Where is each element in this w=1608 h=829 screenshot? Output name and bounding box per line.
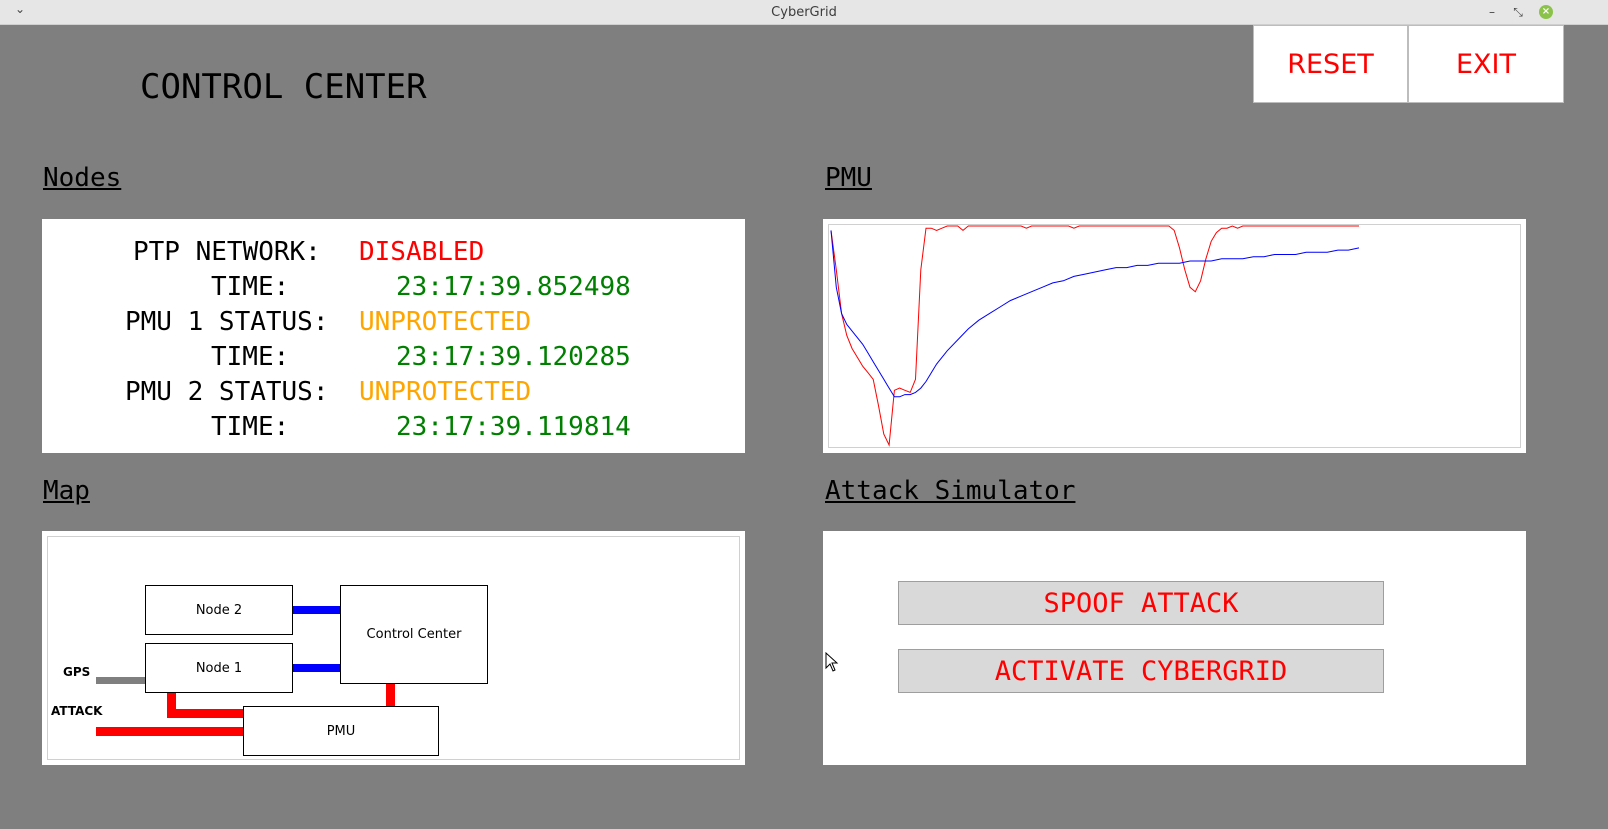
activate-cybergrid-button[interactable]: ACTIVATE CYBERGRID — [898, 649, 1384, 693]
node1-control-link — [292, 664, 342, 672]
reset-button[interactable]: RESET — [1253, 25, 1408, 103]
app-window: CONTROL CENTER RESET EXIT Nodes PTP NETW… — [3, 25, 1605, 826]
close-button[interactable]: × — [1539, 5, 1553, 19]
attack-simulator-section-label: Attack Simulator — [825, 476, 1076, 506]
spoof-attack-button[interactable]: SPOOF ATTACK — [898, 581, 1384, 625]
window-title: CyberGrid — [771, 5, 837, 20]
map-pmu: PMU — [243, 706, 439, 756]
pmu-chart — [830, 225, 1360, 447]
mouse-cursor-icon — [825, 652, 839, 672]
pmu-series-1-line — [830, 225, 1359, 447]
attack-simulator-panel: SPOOF ATTACK ACTIVATE CYBERGRID — [823, 531, 1526, 765]
pmu2-time-label: TIME: — [211, 412, 290, 442]
pmu1-time-label: TIME: — [211, 342, 290, 372]
window-titlebar: ⌄ CyberGrid – ⤡ × — [0, 0, 1608, 25]
map-node2: Node 2 — [145, 585, 293, 635]
map-section-label: Map — [43, 476, 90, 506]
node1-pmu-link-horizontal — [167, 709, 247, 718]
pmu2-time-value: 23:17:39.119814 — [396, 412, 631, 442]
map-node1: Node 1 — [145, 643, 293, 693]
pmu2-status-label: PMU 2 STATUS: — [125, 377, 329, 407]
map-control-center: Control Center — [340, 585, 488, 684]
page-title: CONTROL CENTER — [140, 67, 427, 107]
attack-label: ATTACK — [51, 704, 103, 718]
gps-link — [96, 677, 148, 684]
minimize-button[interactable]: – — [1484, 4, 1500, 20]
pmu-section-label: PMU — [825, 163, 872, 193]
map-panel: Node 2 Node 1 Control Center PMU GPS ATT… — [42, 531, 745, 765]
nodes-section-label: Nodes — [43, 163, 122, 193]
pmu1-status-value: UNPROTECTED — [359, 307, 532, 337]
map-frame: Node 2 Node 1 Control Center PMU GPS ATT… — [47, 536, 740, 760]
nodes-panel: PTP NETWORK: DISABLED TIME: 23:17:39.852… — [42, 219, 745, 453]
ptp-network-status: DISABLED — [359, 237, 485, 267]
node2-control-link — [292, 606, 342, 614]
ptp-time-label: TIME: — [211, 272, 290, 302]
exit-button[interactable]: EXIT — [1408, 25, 1564, 103]
maximize-button[interactable]: ⤡ — [1510, 4, 1526, 20]
pmu1-time-value: 23:17:39.120285 — [396, 342, 631, 372]
attack-link — [96, 727, 246, 736]
pmu1-status-label: PMU 1 STATUS: — [125, 307, 329, 337]
gps-label: GPS — [63, 665, 91, 679]
pmu-series-2-line — [830, 230, 1360, 398]
ptp-time-value: 23:17:39.852498 — [396, 272, 631, 302]
pmu-chart-frame — [828, 224, 1521, 448]
ptp-network-label: PTP NETWORK: — [133, 237, 321, 267]
pmu2-status-value: UNPROTECTED — [359, 377, 532, 407]
control-pmu-link — [386, 682, 395, 707]
pmu-panel — [823, 219, 1526, 453]
